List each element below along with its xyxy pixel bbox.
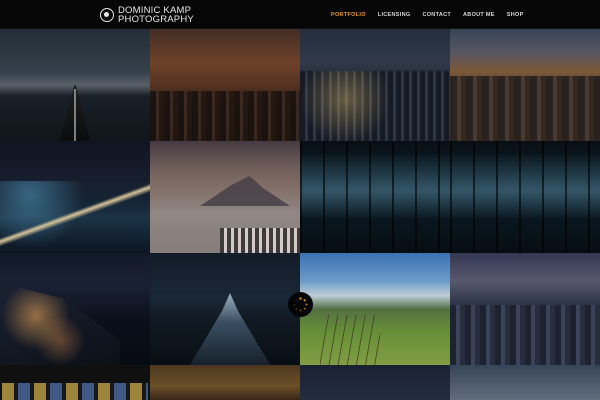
portfolio-tile-window-view-2[interactable] (450, 141, 600, 253)
nav-item-contact[interactable]: CONTACT (422, 12, 451, 18)
portfolio-tile-city-sunset[interactable] (150, 29, 300, 141)
main-nav: PORTFOLIO LICENSING CONTACT ABOUT ME SHO… (331, 0, 536, 29)
portfolio-tile-city-night[interactable] (300, 29, 450, 141)
portfolio-tile-road[interactable] (0, 29, 150, 141)
portfolio-tile-window-view[interactable] (300, 141, 450, 253)
portfolio-tile-swatches[interactable] (0, 365, 150, 400)
portfolio-tile-mountain-fog[interactable] (150, 141, 300, 253)
portfolio-tile-mountain-night[interactable] (150, 253, 300, 365)
nav-item-about-me[interactable]: ABOUT ME (463, 12, 495, 18)
portfolio-tile-city-dusk[interactable] (450, 29, 600, 141)
portfolio-tile-golden-sky[interactable] (150, 365, 300, 400)
logo-text: DOMINIC KAMP PHOTOGRAPHY (118, 6, 194, 25)
portfolio-tile-coastal-village[interactable] (0, 253, 150, 365)
portfolio-tile-skyline-highway[interactable] (0, 141, 150, 253)
loading-spinner (288, 292, 313, 317)
portfolio-grid (0, 29, 600, 400)
nav-item-licensing[interactable]: LICENSING (378, 12, 411, 18)
portfolio-tile-meadow[interactable] (300, 253, 450, 365)
logo-line-2: PHOTOGRAPHY (118, 14, 194, 25)
portfolio-tile-dusk[interactable] (300, 365, 450, 400)
site-header: DOMINIC KAMP PHOTOGRAPHY PORTFOLIO LICEN… (0, 0, 600, 29)
portfolio-tile-pale-sky[interactable] (450, 365, 600, 400)
nav-item-shop[interactable]: SHOP (507, 12, 524, 18)
site-logo[interactable]: DOMINIC KAMP PHOTOGRAPHY (100, 5, 194, 25)
aperture-circle-icon (100, 8, 114, 22)
nav-item-portfolio[interactable]: PORTFOLIO (331, 12, 366, 18)
spinner-icon (293, 297, 308, 312)
portfolio-tile-city-blue-hour[interactable] (450, 253, 600, 365)
